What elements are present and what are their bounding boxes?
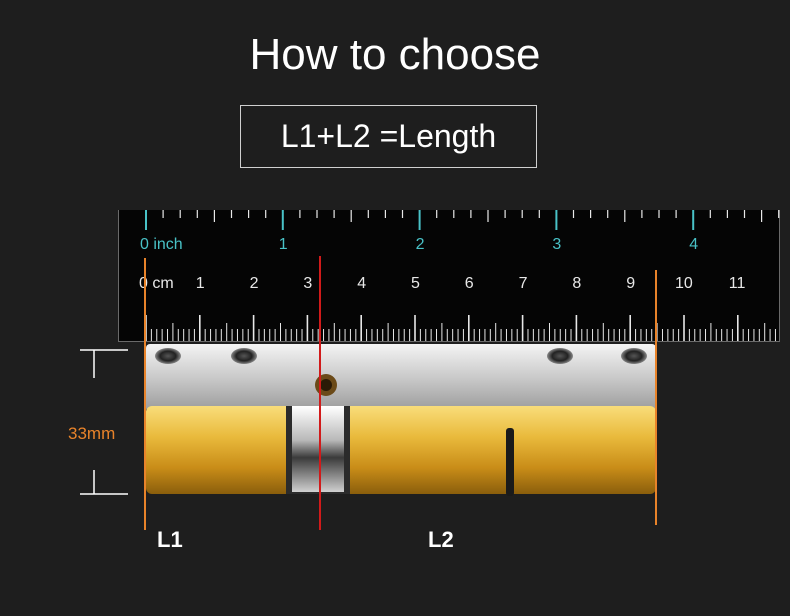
ruler: 0 inch 1 2 3 4 0 cm 1 2 3 4 5 6 7 8 9 10 11 [118,210,780,342]
formula-box: L1+L2 =Length [240,105,537,168]
cm-label: 6 [464,275,474,292]
inch-label: 4 [689,236,699,253]
inch-label: 0 inch [140,236,183,253]
screw-hole [621,348,647,364]
cam [292,406,344,492]
cm-label: 10 [675,275,693,292]
inch-label: 3 [552,236,562,253]
height-label: 33mm [68,424,116,443]
cm-label: 4 [357,275,367,292]
l1-label: L1 [157,527,183,552]
screw-hole [155,348,181,364]
cm-label: 1 [195,275,205,292]
l2-label: L2 [428,527,454,552]
inch-label: 1 [278,236,288,253]
cm-label: 2 [249,275,259,292]
key-slot [506,428,514,496]
brass-body [146,406,656,494]
screw-hole [231,348,257,364]
cm-label: 8 [572,275,582,292]
cm-label: 11 [728,275,746,292]
cm-label: 3 [303,275,313,292]
inch-label: 2 [415,236,425,253]
cm-label: 5 [411,275,420,292]
cm-label: 0 cm [139,275,174,292]
page-title: How to choose [249,30,541,79]
cm-label: 9 [626,275,636,292]
silver-bar [146,344,656,412]
cm-label: 7 [518,275,528,292]
screw-hole [547,348,573,364]
lock-cylinder [146,344,656,496]
